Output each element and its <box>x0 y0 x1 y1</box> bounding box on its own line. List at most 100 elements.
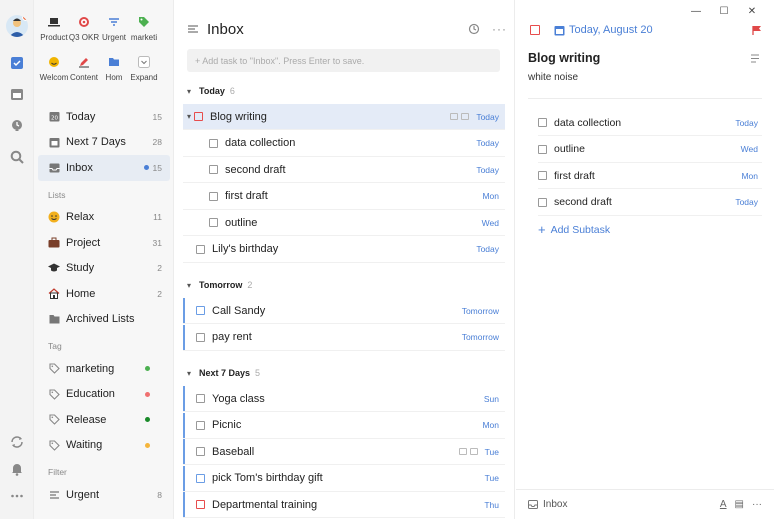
subtask-title[interactable]: second draft <box>554 196 735 208</box>
task-note[interactable]: white noise <box>528 72 578 83</box>
task-title[interactable]: Yoga class <box>212 393 484 405</box>
sidebar-item-today[interactable]: 20 Today 15 <box>38 104 170 130</box>
subtask-row[interactable]: second draft Today <box>183 157 505 183</box>
task-row[interactable]: Departmental training Thu <box>183 492 505 518</box>
task-row[interactable]: pay rent Tomorrow <box>183 324 505 351</box>
subtask-row[interactable]: first draft Mon <box>183 184 505 210</box>
task-row[interactable]: Lily's birthday Today <box>183 237 505 263</box>
task-row[interactable]: Baseball Tue <box>183 439 505 465</box>
task-title[interactable]: outline <box>225 217 482 229</box>
add-subtask-button[interactable]: + Add Subtask <box>538 222 610 237</box>
sidebar-tag-education[interactable]: Education <box>38 382 170 408</box>
more-horizontal-icon[interactable] <box>9 488 25 504</box>
app-shortcut-product[interactable]: Product <box>39 14 69 42</box>
due-date[interactable]: Today, August 20 <box>569 24 752 36</box>
task-checkbox[interactable] <box>196 420 205 430</box>
sidebar-item-next-7-days[interactable]: Next 7 Days 28 <box>38 130 170 156</box>
group-header-next-7-days[interactable]: ▾ Next 7 Days 5 <box>187 368 260 378</box>
task-title[interactable]: Picnic <box>212 419 482 431</box>
subtask-title[interactable]: outline <box>554 143 741 155</box>
task-checkbox[interactable] <box>209 138 218 148</box>
bell-icon[interactable] <box>9 461 25 477</box>
user-avatar[interactable] <box>6 15 28 37</box>
comment-icon[interactable]: ▤ <box>735 499 744 510</box>
task-complete-checkbox[interactable] <box>530 25 540 35</box>
more-options-icon[interactable]: ··· <box>492 22 507 36</box>
subtask-title[interactable]: data collection <box>554 117 735 129</box>
checkbox-tasks-icon[interactable] <box>9 55 25 71</box>
task-row[interactable]: Call Sandy Tomorrow <box>183 298 505 324</box>
calendar-icon[interactable] <box>9 86 25 102</box>
task-due-date[interactable]: Today <box>476 244 499 254</box>
task-checkbox[interactable] <box>196 306 205 315</box>
task-checkbox[interactable] <box>196 500 205 509</box>
sidebar-item-home[interactable]: Home 2 <box>38 281 170 307</box>
sync-icon[interactable] <box>9 434 25 450</box>
task-due-date[interactable]: Mon <box>482 420 499 430</box>
task-due-date[interactable]: Tue <box>485 473 499 483</box>
project-selector[interactable]: Inbox <box>528 499 712 510</box>
chevron-down-icon[interactable]: ▾ <box>187 112 191 121</box>
app-shortcut-welcom[interactable]: Welcom <box>39 54 69 82</box>
focus-clock-icon[interactable] <box>9 118 25 134</box>
subtask-checkbox[interactable] <box>538 171 547 180</box>
sidebar-filter-urgent[interactable]: Urgent 8 <box>38 482 170 508</box>
app-shortcut-urgent[interactable]: Urgent <box>99 14 129 42</box>
task-checkbox[interactable] <box>196 332 205 342</box>
sidebar-item-inbox[interactable]: Inbox 15 <box>38 155 170 181</box>
subtask-due-date[interactable]: Today <box>735 118 758 128</box>
task-title[interactable]: pick Tom's birthday gift <box>212 472 485 484</box>
task-due-date[interactable]: Tue <box>485 447 499 457</box>
task-row[interactable]: Picnic Mon <box>183 412 505 439</box>
subtask-title[interactable]: first draft <box>554 170 741 182</box>
task-checkbox[interactable] <box>196 394 205 403</box>
task-title[interactable]: Call Sandy <box>212 305 462 317</box>
subtask-due-date[interactable]: Wed <box>741 144 758 154</box>
task-checkbox[interactable] <box>209 191 218 201</box>
sidebar-item-project[interactable]: Project 31 <box>38 230 170 256</box>
more-options-icon[interactable]: ··· <box>752 499 762 510</box>
sort-icon[interactable] <box>468 23 480 35</box>
task-checkbox[interactable] <box>196 473 205 483</box>
task-row[interactable]: pick Tom's birthday gift Tue <box>183 465 505 492</box>
task-due-date[interactable]: Wed <box>482 218 499 228</box>
app-shortcut-q3-okr[interactable]: Q3 OKR <box>69 14 99 42</box>
task-title[interactable]: first draft <box>225 190 482 202</box>
subtask-due-date[interactable]: Mon <box>741 171 758 181</box>
group-header-tomorrow[interactable]: ▾ Tomorrow 2 <box>187 280 252 290</box>
task-checkbox[interactable] <box>196 244 205 254</box>
task-title[interactable]: Baseball <box>212 446 459 458</box>
subtask-checkbox[interactable] <box>538 197 547 207</box>
task-title[interactable]: Blog writing <box>210 111 450 123</box>
app-shortcut-expand[interactable]: Expand <box>129 54 159 82</box>
group-header-today[interactable]: ▾ Today 6 <box>187 86 235 96</box>
sidebar-item-relax[interactable]: Relax 11 <box>38 205 170 231</box>
task-checkbox[interactable] <box>196 447 205 456</box>
task-row[interactable]: Yoga class Sun <box>183 386 505 412</box>
sidebar-tag-release[interactable]: Release <box>38 407 170 433</box>
subtask-row[interactable]: outline Wed <box>538 137 762 163</box>
task-title[interactable]: pay rent <box>212 331 462 343</box>
subtask-row[interactable]: data collection Today <box>538 110 762 136</box>
sidebar-tag-marketing[interactable]: marketing <box>38 356 170 382</box>
app-shortcut-hom[interactable]: Hom <box>99 54 129 82</box>
task-row[interactable]: ▾ Blog writing Today <box>183 104 505 130</box>
sidebar-item-archived-lists[interactable]: Archived Lists <box>38 307 170 333</box>
task-due-date[interactable]: Tomorrow <box>462 306 499 316</box>
close-icon[interactable]: ✕ <box>738 4 766 18</box>
task-title[interactable]: data collection <box>225 137 476 149</box>
task-title[interactable]: Blog writing <box>528 51 600 65</box>
add-task-input[interactable]: + Add task to "Inbox". Press Enter to sa… <box>187 49 500 72</box>
app-shortcut-content[interactable]: Content <box>69 54 99 82</box>
sidebar-tag-waiting[interactable]: Waiting <box>38 433 170 459</box>
task-title[interactable]: second draft <box>225 164 476 176</box>
subtask-row[interactable]: data collection Today <box>183 131 505 157</box>
subtask-row[interactable]: first draft Mon <box>538 163 762 189</box>
app-shortcut-marketi[interactable]: marketi <box>129 14 159 42</box>
subtask-checkbox[interactable] <box>538 118 547 127</box>
task-due-date[interactable]: Today <box>476 138 499 148</box>
description-mode-icon[interactable] <box>750 54 760 63</box>
subtask-row[interactable]: second draft Today <box>538 190 762 216</box>
subtask-row[interactable]: outline Wed <box>183 210 505 236</box>
text-format-icon[interactable]: A <box>720 499 727 510</box>
